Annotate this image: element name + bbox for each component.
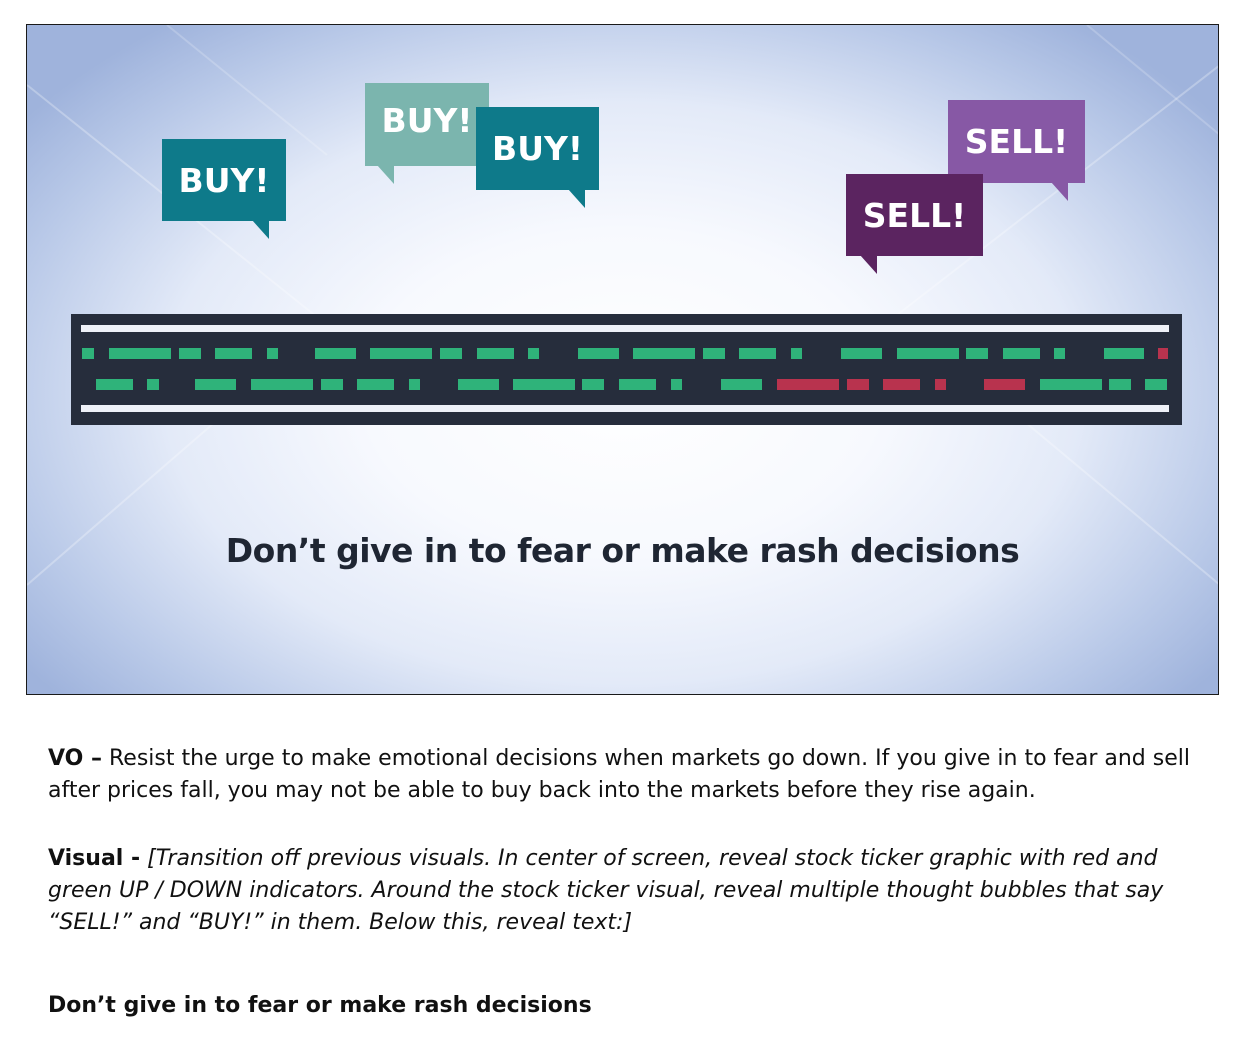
ticker-down-indicator (847, 379, 869, 390)
stock-ticker (71, 314, 1182, 425)
ticker-down-indicator (935, 379, 946, 390)
ticker-up-indicator (841, 348, 882, 359)
sell-label: SELL! (964, 122, 1069, 161)
vo-paragraph: VO – Resist the urge to make emotional d… (48, 743, 1218, 807)
visual-label: Visual - (48, 846, 141, 871)
buy-bubble-left: BUY! (162, 139, 286, 239)
ticker-up-indicator (82, 348, 94, 359)
ticker-up-indicator (513, 379, 575, 390)
vo-label: VO – (48, 746, 103, 771)
onscreen-text-label: Don’t give in to fear or make rash decis… (48, 993, 592, 1018)
vo-text: Resist the urge to make emotional decisi… (48, 746, 1190, 803)
ticker-down-indicator (883, 379, 920, 390)
ticker-rail-bottom (81, 405, 1169, 412)
ticker-up-indicator (179, 348, 201, 359)
sell-bubble-dark: SELL! (846, 174, 983, 274)
ticker-up-indicator (96, 379, 133, 390)
ticker-up-indicator (440, 348, 462, 359)
buy-label: BUY! (492, 129, 583, 168)
buy-label: BUY! (381, 101, 473, 140)
ticker-up-indicator (1104, 348, 1144, 359)
ticker-up-indicator (147, 379, 159, 390)
ticker-up-indicator (458, 379, 499, 390)
ticker-up-indicator (619, 379, 656, 390)
slide-caption: Don’t give in to fear or make rash decis… (225, 531, 1020, 570)
ticker-up-indicator (578, 348, 619, 359)
buy-bubble-right: BUY! (476, 107, 599, 208)
ticker-up-indicator (791, 348, 802, 359)
ticker-up-indicator (370, 348, 432, 359)
ticker-up-indicator (321, 379, 343, 390)
sell-bubble-light: SELL! (948, 100, 1085, 201)
ticker-down-indicator (777, 379, 839, 390)
ticker-up-indicator (721, 379, 762, 390)
sell-label: SELL! (862, 195, 967, 235)
ticker-up-indicator (315, 348, 356, 359)
ticker-rail-top (81, 325, 1169, 332)
ticker-up-indicator (582, 379, 604, 390)
ticker-up-indicator (633, 348, 695, 359)
buy-bubble-light: BUY! (365, 83, 489, 184)
ticker-down-indicator (984, 379, 1025, 390)
ticker-up-indicator (109, 348, 171, 359)
ticker-up-indicator (739, 348, 776, 359)
ticker-up-indicator (703, 348, 725, 359)
ticker-up-indicator (1054, 348, 1065, 359)
ticker-down-indicator (1158, 348, 1168, 359)
ticker-up-indicator (1003, 348, 1040, 359)
ticker-up-indicator (195, 379, 236, 390)
bubble-tail (252, 220, 269, 239)
bubble-tail (1051, 182, 1068, 201)
visual-text: [Transition off previous visuals. In cen… (48, 846, 1164, 935)
bubble-tail (860, 255, 877, 274)
onscreen-text: Don’t give in to fear or make rash decis… (48, 990, 1218, 1022)
ticker-up-indicator (1040, 379, 1102, 390)
buy-label: BUY! (178, 160, 270, 200)
ticker-up-indicator (267, 348, 278, 359)
ticker-up-indicator (251, 379, 313, 390)
ticker-up-indicator (215, 348, 252, 359)
ticker-up-indicator (671, 379, 682, 390)
slide-frame: BUY! BUY! BUY! SELL! SELL! Don’t give in… (26, 24, 1219, 695)
bubble-tail (377, 165, 394, 184)
ticker-up-indicator (528, 348, 539, 359)
ticker-up-indicator (357, 379, 394, 390)
bubble-tail (568, 189, 585, 208)
ticker-up-indicator (1109, 379, 1131, 390)
ticker-up-indicator (897, 348, 959, 359)
ticker-up-indicator (477, 348, 514, 359)
ticker-up-indicator (966, 348, 988, 359)
ticker-up-indicator (409, 379, 420, 390)
visual-paragraph: Visual - [Transition off previous visual… (48, 843, 1218, 939)
ticker-up-indicator (1145, 379, 1167, 390)
